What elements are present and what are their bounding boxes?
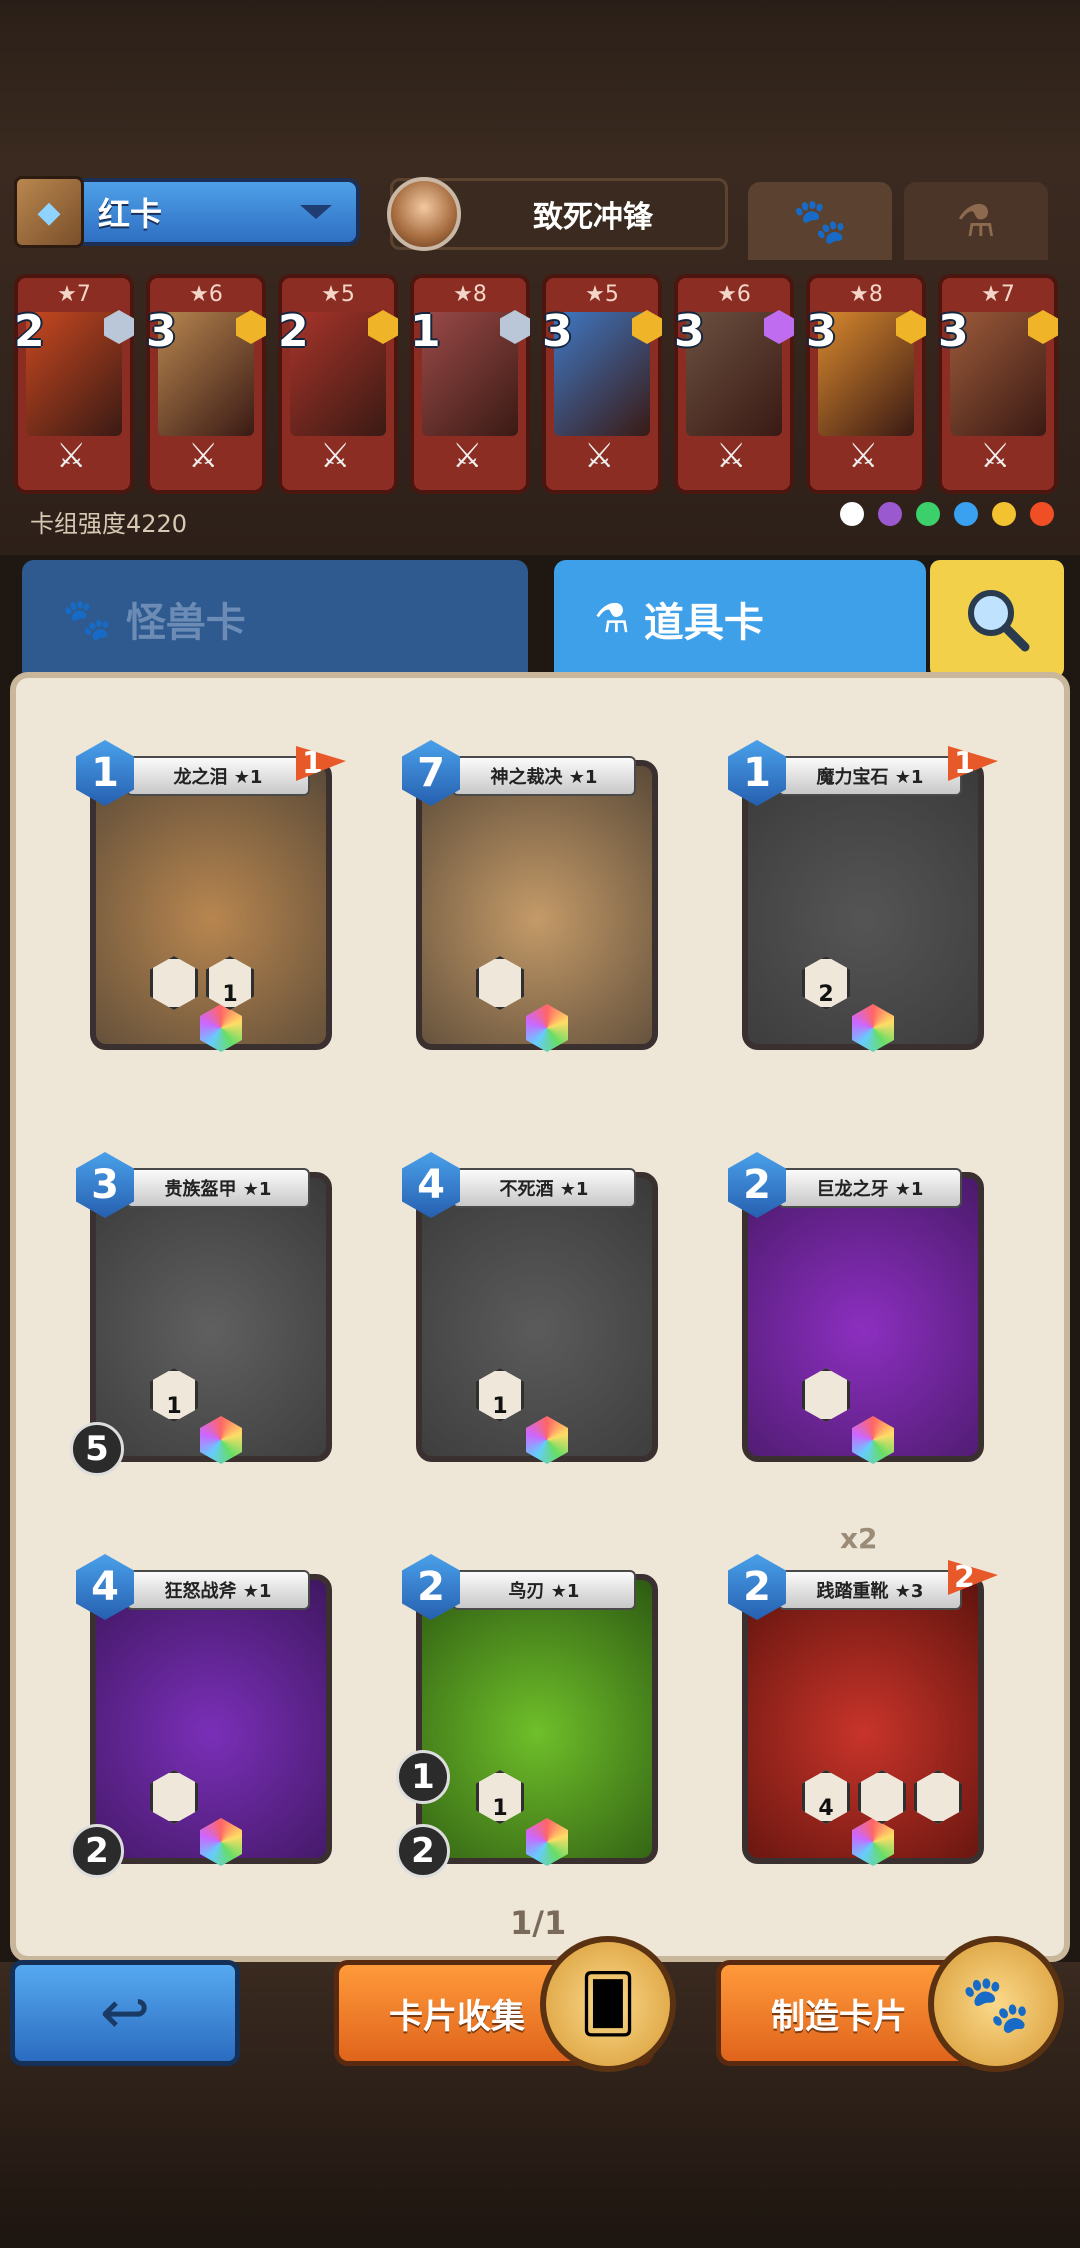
element-icon[interactable]: [878, 502, 902, 526]
card-name: 神之裁决 ★1: [452, 756, 636, 796]
deck-card[interactable]: ★8 3 ⚔: [806, 274, 926, 494]
card-name: 巨龙之牙 ★1: [778, 1168, 962, 1208]
card-name: 魔力宝石 ★1: [778, 756, 962, 796]
deck-power-label: 卡组强度4220: [30, 510, 188, 538]
card-stars: ★5: [585, 282, 619, 307]
card-frame: [90, 1574, 332, 1864]
craft-card-label: 制造卡片: [771, 1996, 907, 2037]
card-stars: ★8: [453, 282, 487, 307]
deck-card[interactable]: ★7 3 ⚔: [938, 274, 1058, 494]
deck-selector[interactable]: ◆ 红卡: [14, 176, 360, 248]
card-cost: 3: [806, 306, 837, 357]
potion-icon: ⚗: [594, 596, 630, 642]
element-icon[interactable]: [1030, 502, 1054, 526]
top-banner: [0, 0, 1080, 166]
element-icon[interactable]: [992, 502, 1016, 526]
card-name: 龙之泪 ★1: [126, 756, 310, 796]
deck-card[interactable]: ★5 2 ⚔: [278, 274, 398, 494]
card-frame: [90, 1172, 332, 1462]
sword-icon: ⚔: [56, 436, 87, 476]
attack-value: 2: [70, 1824, 124, 1878]
attack-value: 2: [396, 1824, 450, 1878]
sword-icon: ⚔: [188, 436, 219, 476]
card-cost: 2: [14, 306, 45, 357]
deck-card[interactable]: ★7 2 ⚔: [14, 274, 134, 494]
item-card[interactable]: 不死酒 ★1 4 1: [402, 1152, 672, 1482]
deck-card[interactable]: ★5 3 ⚔: [542, 274, 662, 494]
element-icon[interactable]: [840, 502, 864, 526]
deck-book-icon: ◆: [14, 176, 84, 248]
item-card[interactable]: 贵族盔甲 ★1 3 1 5: [70, 1152, 346, 1482]
element-icons: [840, 502, 1054, 526]
element-icon[interactable]: [954, 502, 978, 526]
sword-icon: ⚔: [452, 436, 483, 476]
card-cost: 2: [278, 306, 309, 357]
card-stars: ★6: [717, 282, 751, 307]
defense-value: 1: [396, 1750, 450, 1804]
sword-icon: ⚔: [584, 436, 615, 476]
card-frame: [742, 1574, 984, 1864]
back-button[interactable]: ↩: [10, 1960, 240, 2066]
card-name: 贵族盔甲 ★1: [126, 1168, 310, 1208]
card-name: 践踏重靴 ★3: [778, 1570, 962, 1610]
card-collection-label: 卡片收集: [389, 1996, 525, 2037]
sword-icon: ⚔: [980, 436, 1011, 476]
hero-selector[interactable]: 致死冲锋: [387, 177, 728, 251]
deck-card[interactable]: ★8 1 ⚔: [410, 274, 530, 494]
deck-name: 红卡: [98, 195, 163, 233]
deck-card[interactable]: ★6 3 ⚔: [146, 274, 266, 494]
sword-icon: ⚔: [716, 436, 747, 476]
card-name: 狂怒战斧 ★1: [126, 1570, 310, 1610]
item-card[interactable]: 践踏重靴 ★3 2 2 4 x2: [728, 1522, 998, 1884]
hero-name: 致死冲锋: [533, 200, 653, 235]
back-arrow-icon: ↩: [99, 1978, 151, 2048]
card-cost: 3: [674, 306, 705, 357]
item-card[interactable]: 狂怒战斧 ★1 4 2: [70, 1554, 346, 1884]
search-button[interactable]: [930, 560, 1064, 678]
card-stars: ★7: [981, 282, 1015, 307]
item-card[interactable]: 魔力宝石 ★1 1 1 2: [728, 740, 998, 1070]
tab-monster-cards[interactable]: 🐾 怪兽卡: [22, 560, 528, 678]
card-stars: ★8: [849, 282, 883, 307]
card-cost: 1: [410, 306, 441, 357]
sword-icon: ⚔: [320, 436, 351, 476]
potion-icon[interactable]: ⚗: [904, 182, 1048, 260]
card-cost: 3: [938, 306, 969, 357]
card-frame: [416, 1172, 658, 1462]
paw-icon[interactable]: 🐾: [748, 182, 892, 260]
card-collection-icon[interactable]: 🂠: [540, 1936, 676, 2072]
deck-card-strip: ★7 2 ⚔ ★6 3 ⚔ ★5 2 ⚔ ★8 1 ⚔ ★5 3 ⚔ ★6 3 ⚔ ★8 3 ⚔ ★7 3 ⚔: [14, 274, 1066, 496]
tab-item-cards[interactable]: ⚗ 道具卡: [554, 560, 926, 678]
item-card[interactable]: 巨龙之牙 ★1 2: [728, 1152, 998, 1482]
attack-value: 5: [70, 1422, 124, 1476]
deck-card[interactable]: ★6 3 ⚔: [674, 274, 794, 494]
card-frame: [416, 760, 658, 1050]
card-stars: ★5: [321, 282, 355, 307]
paw-icon: 🐾: [62, 596, 112, 643]
card-name: 不死酒 ★1: [452, 1168, 636, 1208]
item-card[interactable]: 鸟刃 ★1 2 1 2 1: [396, 1554, 672, 1884]
item-card[interactable]: 龙之泪 ★1 1 1 1: [76, 740, 346, 1070]
hero-avatar: [387, 177, 461, 251]
element-icon[interactable]: [916, 502, 940, 526]
chevron-down-icon: [300, 205, 332, 219]
card-cost: 3: [146, 306, 177, 357]
card-multiplier: x2: [840, 1522, 878, 1555]
card-book: 龙之泪 ★1 1 1 1 神之裁决 ★1 7 魔力宝石 ★1 1 1 2 贵族盔甲 ★1 3 1 5 不死酒…: [10, 672, 1070, 1962]
card-frame: [416, 1574, 658, 1864]
page-indicator: 1/1: [510, 1904, 567, 1942]
tab-monster-label: 怪兽卡: [125, 600, 246, 646]
craft-jar-icon[interactable]: 🐾: [928, 1936, 1064, 2072]
card-frame: [742, 760, 984, 1050]
search-icon: [968, 590, 1030, 652]
card-stars: ★6: [189, 282, 223, 307]
sword-icon: ⚔: [848, 436, 879, 476]
tab-item-label: 道具卡: [643, 600, 764, 646]
card-cost: 3: [542, 306, 573, 357]
card-name: 鸟刃 ★1: [452, 1570, 636, 1610]
card-frame: [742, 1172, 984, 1462]
item-card[interactable]: 神之裁决 ★1 7: [402, 740, 672, 1070]
card-stars: ★7: [57, 282, 91, 307]
card-frame: [90, 760, 332, 1050]
